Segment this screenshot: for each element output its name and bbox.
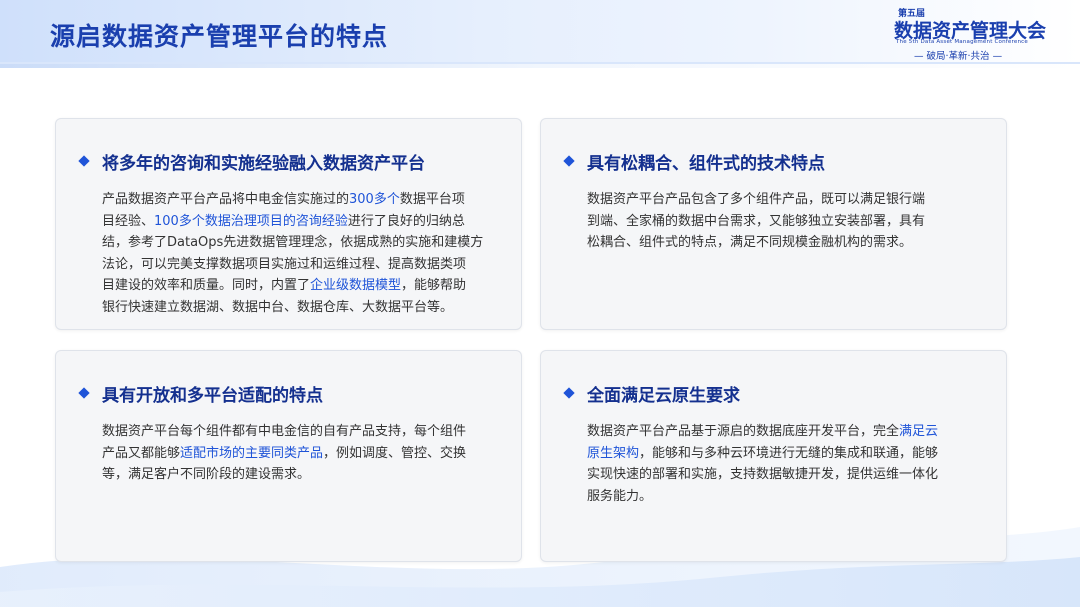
- body-line: 松耦合、组件式的特点，满足不同规模金融机构的需求。: [587, 232, 925, 254]
- body-line: 数据资产平台产品基于源启的数据底座开发平台，完全满足云: [587, 421, 938, 443]
- card-body: 数据资产平台产品基于源启的数据底座开发平台，完全满足云 原生架构，能够和与多种云环…: [587, 421, 938, 507]
- body-text: 数据资产平台产品包含了多个组件产品，既可以满足银行端: [587, 192, 926, 207]
- body-line: 实现快速的部署和实施，支持数据敏捷开发，提供运维一体化: [587, 464, 938, 486]
- card-body: 数据资产平台产品包含了多个组件产品，既可以满足银行端 到端、全家桶的数据中台需求，…: [587, 189, 925, 254]
- card-title: 具有松耦合、组件式的技术特点: [587, 154, 825, 174]
- page-title: 源启数据资产管理平台的特点: [50, 22, 389, 51]
- body-text: 目建设的效率和质量。同时，内置了: [102, 278, 311, 293]
- diamond-bullet-icon: [78, 155, 90, 167]
- highlighted-text: 原生架构: [587, 445, 640, 461]
- body-text: 银行快速建立数据湖、数据中台、数据仓库、大数据平台等。: [102, 299, 454, 315]
- card-title: 将多年的咨询和实施经验融入数据资产平台: [102, 154, 425, 174]
- body-text: ，例如调度、管控、交换: [323, 445, 467, 461]
- body-line: 数据资产平台产品包含了多个组件产品，既可以满足银行端: [587, 189, 925, 211]
- feature-card-loose-coupling: 具有松耦合、组件式的技术特点 数据资产平台产品包含了多个组件产品，既可以满足银行…: [540, 118, 1007, 330]
- body-text: 目经验、: [102, 213, 155, 229]
- body-text: 服务能力。: [587, 488, 653, 504]
- body-text: 实现快速的部署和实施，支持数据敏捷开发，提供运维一体化: [587, 467, 939, 482]
- body-line: 等，满足客户不同阶段的建设需求。: [102, 464, 466, 486]
- card-body: 数据资产平台每个组件都有中电金信的自有产品支持，每个组件 产品又都能够适配市场的主…: [102, 421, 466, 486]
- body-text: 进行了良好的归纳总: [347, 213, 465, 229]
- body-line: 法论，可以完美支撑数据项目实施过和运维过程、提高数据类项: [102, 254, 483, 276]
- body-text: 数据平台项: [399, 192, 465, 207]
- body-text: 松耦合、组件式的特点，满足不同规模金融机构的需求。: [587, 235, 913, 250]
- diamond-bullet-icon: [563, 155, 575, 167]
- body-line: 原生架构，能够和与多种云环境进行无缝的集成和联通，能够: [587, 443, 938, 465]
- body-line: 银行快速建立数据湖、数据中台、数据仓库、大数据平台等。: [102, 297, 483, 319]
- body-text: 产品数据资产平台产品将中电金信实施过的: [102, 192, 350, 207]
- card-body: 产品数据资产平台产品将中电金信实施过的300多个数据平台项 目经验、100多个数据…: [102, 189, 483, 318]
- highlighted-text: 100多个数据治理项目的咨询经验: [154, 213, 348, 229]
- body-text: 结，参考了DataOps先进数据管理理念，依据成熟的实施和建模方: [102, 235, 484, 250]
- conference-logo: 第五届 数据资产管理大会 The 5th Data Asset Manageme…: [892, 6, 1052, 62]
- body-text: 法论，可以完美支撑数据项目实施过和运维过程、提高数据类项: [102, 256, 467, 272]
- highlighted-text: 满足云: [899, 424, 939, 439]
- body-line: 产品又都能够适配市场的主要同类产品，例如调度、管控、交换: [102, 443, 466, 465]
- feature-card-cloud-native: 全面满足云原生要求 数据资产平台产品基于源启的数据底座开发平台，完全满足云 原生架…: [540, 350, 1007, 562]
- body-line: 结，参考了DataOps先进数据管理理念，依据成熟的实施和建模方: [102, 232, 483, 254]
- logo-english: The 5th Data Asset Management Conference: [896, 39, 1028, 45]
- body-text: ，能够和与多种云环境进行无缝的集成和联通，能够: [639, 445, 939, 461]
- feature-card-multi-platform: 具有开放和多平台适配的特点 数据资产平台每个组件都有中电金信的自有产品支持，每个…: [55, 350, 522, 562]
- body-text: ，能够帮助: [401, 278, 467, 293]
- body-line: 数据资产平台每个组件都有中电金信的自有产品支持，每个组件: [102, 421, 466, 443]
- body-line: 目建设的效率和质量。同时，内置了企业级数据模型，能够帮助: [102, 275, 483, 297]
- body-line: 产品数据资产平台产品将中电金信实施过的300多个数据平台项: [102, 189, 483, 211]
- card-title: 具有开放和多平台适配的特点: [102, 386, 323, 406]
- highlighted-text: 适配市场的主要同类产品: [180, 445, 324, 461]
- logo-slogan: — 破局·革新·共治 —: [914, 51, 1003, 62]
- body-line: 到端、全家桶的数据中台需求，又能够独立安装部署，具有: [587, 211, 925, 233]
- body-text: 到端、全家桶的数据中台需求，又能够独立安装部署，具有: [587, 213, 926, 229]
- body-text: 数据资产平台产品基于源启的数据底座开发平台，完全: [587, 424, 900, 439]
- diamond-bullet-icon: [563, 387, 575, 399]
- highlighted-text: 300多个: [349, 192, 400, 207]
- body-text: 数据资产平台每个组件都有中电金信的自有产品支持，每个组件: [102, 424, 467, 439]
- body-line: 服务能力。: [587, 486, 938, 508]
- highlighted-text: 企业级数据模型: [310, 278, 402, 293]
- diamond-bullet-icon: [78, 387, 90, 399]
- card-title: 全面满足云原生要求: [587, 386, 740, 406]
- body-text: 等，满足客户不同阶段的建设需求。: [102, 467, 311, 482]
- body-line: 目经验、100多个数据治理项目的咨询经验进行了良好的归纳总: [102, 211, 483, 233]
- body-text: 产品又都能够: [102, 445, 181, 461]
- feature-card-consulting: 将多年的咨询和实施经验融入数据资产平台 产品数据资产平台产品将中电金信实施过的3…: [55, 118, 522, 330]
- header-divider: [0, 64, 1080, 68]
